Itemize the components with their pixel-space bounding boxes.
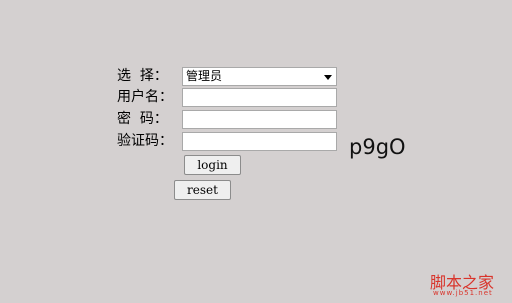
captcha-label: 验证码： <box>117 133 173 149</box>
captcha-input[interactable] <box>182 132 337 151</box>
username-input[interactable] <box>182 88 337 107</box>
chevron-down-icon <box>324 75 332 80</box>
login-button[interactable]: login <box>184 155 241 175</box>
password-input[interactable] <box>182 110 337 129</box>
reset-button[interactable]: reset <box>174 180 231 200</box>
username-label: 用户名： <box>117 89 173 105</box>
role-label: 选 择： <box>117 68 168 84</box>
role-select-value: 管理员 <box>186 69 223 83</box>
password-label: 密 码： <box>117 111 168 127</box>
role-select[interactable]: 管理员 <box>182 67 337 86</box>
captcha-image[interactable]: p9gO <box>349 135 406 159</box>
watermark-url: www.jb51.net <box>433 289 493 297</box>
